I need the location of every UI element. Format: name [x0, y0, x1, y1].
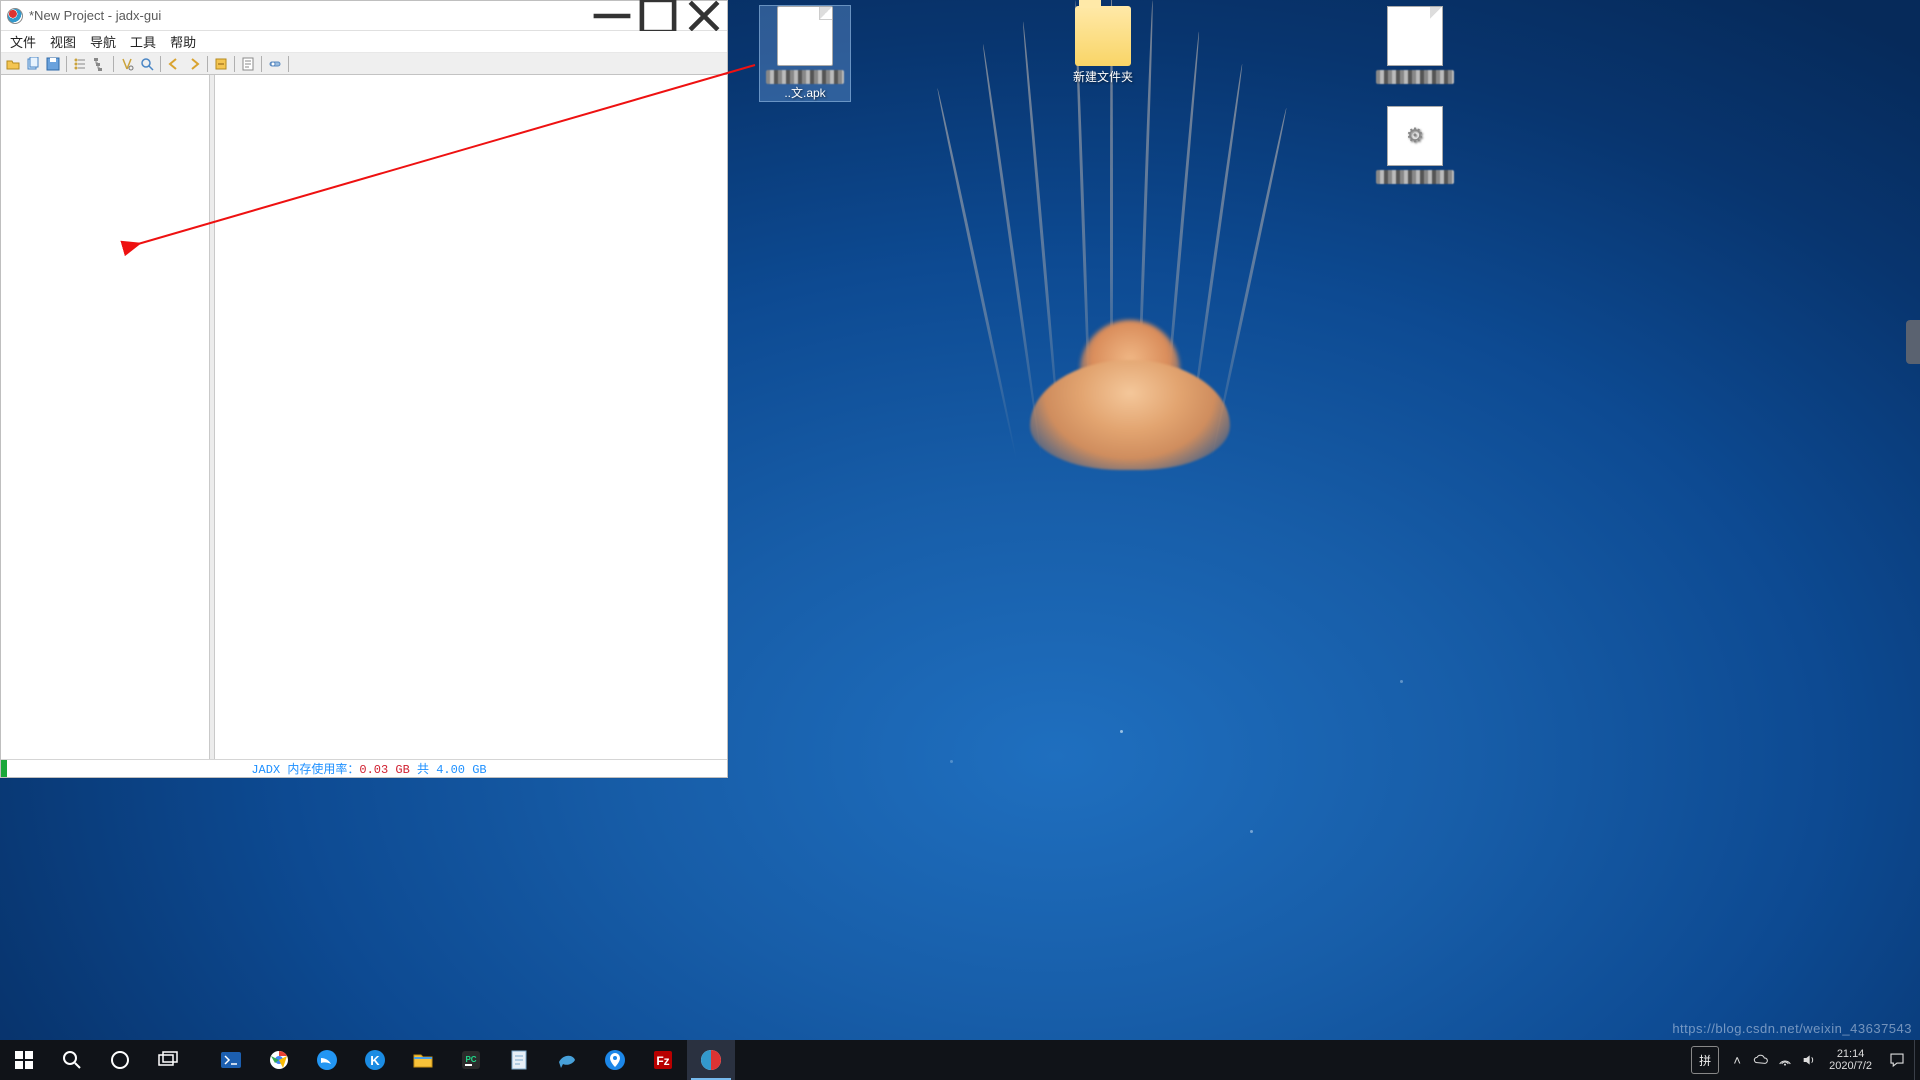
taskbar-app-pycharm[interactable]: PC: [447, 1040, 495, 1080]
desktop-icon-label: 新建文件夹: [1058, 70, 1148, 85]
tree-panel[interactable]: [1, 75, 213, 759]
file-icon: [1387, 6, 1443, 66]
maximize-button[interactable]: [635, 1, 681, 31]
taskbar-app-notepad[interactable]: [495, 1040, 543, 1080]
show-desktop-button[interactable]: [1914, 1040, 1920, 1080]
taskbar-app-dingtalk[interactable]: [303, 1040, 351, 1080]
menu-tools[interactable]: 工具: [123, 30, 163, 53]
window-title: *New Project - jadx-gui: [29, 8, 589, 23]
memory-usage[interactable]: JADX 内存使用率：0.03 GB 共 4.00 GB: [11, 760, 727, 777]
code-panel[interactable]: [213, 75, 727, 759]
obscured-text: [766, 70, 844, 84]
memory-mid: 共: [410, 763, 436, 777]
save-all-icon[interactable]: [44, 55, 62, 73]
taskbar-app-chrome[interactable]: [255, 1040, 303, 1080]
tray-onedrive-icon[interactable]: [1749, 1040, 1773, 1080]
log-viewer-icon[interactable]: [239, 55, 257, 73]
toolbar-separator: [288, 56, 289, 72]
close-button[interactable]: [681, 1, 727, 31]
file-icon: [777, 6, 833, 66]
toolbar-separator: [261, 56, 262, 72]
back-icon[interactable]: [165, 55, 183, 73]
forward-icon[interactable]: [185, 55, 203, 73]
svg-text:K: K: [370, 1053, 380, 1068]
obscured-text: [1376, 70, 1454, 84]
toolbar-separator: [160, 56, 161, 72]
ime-indicator[interactable]: 拼: [1691, 1046, 1719, 1074]
taskbar-app-explorer[interactable]: [399, 1040, 447, 1080]
folder-icon: [1075, 6, 1131, 66]
toolbar-separator: [207, 56, 208, 72]
toolbar-separator: [234, 56, 235, 72]
memory-total: 4.00 GB: [436, 763, 486, 777]
preferences-icon[interactable]: [266, 55, 284, 73]
menubar: 文件 视图 导航 工具 帮助: [1, 31, 727, 53]
svg-text:PC: PC: [465, 1055, 476, 1064]
watermark: https://blog.csdn.net/weixin_43637543: [1672, 1021, 1912, 1036]
cortana-button[interactable]: [96, 1040, 144, 1080]
task-view-button[interactable]: [144, 1040, 192, 1080]
flatten-pkg-icon[interactable]: [71, 55, 89, 73]
taskbar: K PC Fz 拼 ˄ 21:14 2020/7/2: [0, 1040, 1920, 1080]
desktop-icon-folder[interactable]: 新建文件夹: [1058, 6, 1148, 85]
desktop-icon-file-2[interactable]: [1370, 6, 1460, 86]
search-button[interactable]: [48, 1040, 96, 1080]
svg-text:Fz: Fz: [656, 1054, 669, 1068]
toolbar: [1, 53, 727, 75]
menu-file[interactable]: 文件: [3, 30, 43, 53]
tray-notifications-icon[interactable]: [1880, 1040, 1914, 1080]
tray-show-hidden-icon[interactable]: ˄: [1725, 1040, 1749, 1080]
settings-file-icon: ⚙: [1387, 106, 1443, 166]
menu-help[interactable]: 帮助: [163, 30, 203, 53]
tray-date: 2020/7/2: [1829, 1060, 1872, 1072]
deobfuscate-icon[interactable]: [212, 55, 230, 73]
status-indicator: [1, 760, 7, 777]
menu-navigate[interactable]: 导航: [83, 30, 123, 53]
taskbar-app-k[interactable]: K: [351, 1040, 399, 1080]
minimize-button[interactable]: [589, 1, 635, 31]
memory-prefix: JADX 内存使用率：: [251, 763, 359, 777]
desktop-icon-file-3[interactable]: ⚙: [1370, 106, 1460, 186]
screen-edge-tab[interactable]: [1906, 320, 1920, 364]
tray-volume-icon[interactable]: [1797, 1040, 1821, 1080]
class-search-icon[interactable]: [138, 55, 156, 73]
open-file-icon[interactable]: [4, 55, 22, 73]
jadx-app-icon: [7, 8, 23, 24]
statusbar: JADX 内存使用率：0.03 GB 共 4.00 GB: [1, 759, 727, 777]
start-button[interactable]: [0, 1040, 48, 1080]
jadx-window: *New Project - jadx-gui 文件 视图 导航 工具 帮助: [0, 0, 728, 778]
text-search-icon[interactable]: [118, 55, 136, 73]
taskbar-app-jadx[interactable]: [687, 1040, 735, 1080]
titlebar[interactable]: *New Project - jadx-gui: [1, 1, 727, 31]
taskbar-app-locator[interactable]: [591, 1040, 639, 1080]
obscured-text: [1376, 170, 1454, 184]
taskbar-app-powershell[interactable]: [207, 1040, 255, 1080]
hierarchy-pkg-icon[interactable]: [91, 55, 109, 73]
taskbar-app-dolphin[interactable]: [543, 1040, 591, 1080]
toolbar-separator: [66, 56, 67, 72]
menu-view[interactable]: 视图: [43, 30, 83, 53]
system-tray: 拼 ˄ 21:14 2020/7/2: [1685, 1040, 1920, 1080]
tray-time: 21:14: [1829, 1048, 1872, 1060]
tray-clock[interactable]: 21:14 2020/7/2: [1821, 1040, 1880, 1080]
memory-used: 0.03 GB: [359, 763, 409, 777]
tray-network-icon[interactable]: [1773, 1040, 1797, 1080]
add-files-icon[interactable]: [24, 55, 42, 73]
desktop-icon-label: ..文.apk: [760, 86, 850, 101]
taskbar-app-filezilla[interactable]: Fz: [639, 1040, 687, 1080]
desktop-icon-apk[interactable]: ..文.apk: [760, 6, 850, 101]
toolbar-separator: [113, 56, 114, 72]
